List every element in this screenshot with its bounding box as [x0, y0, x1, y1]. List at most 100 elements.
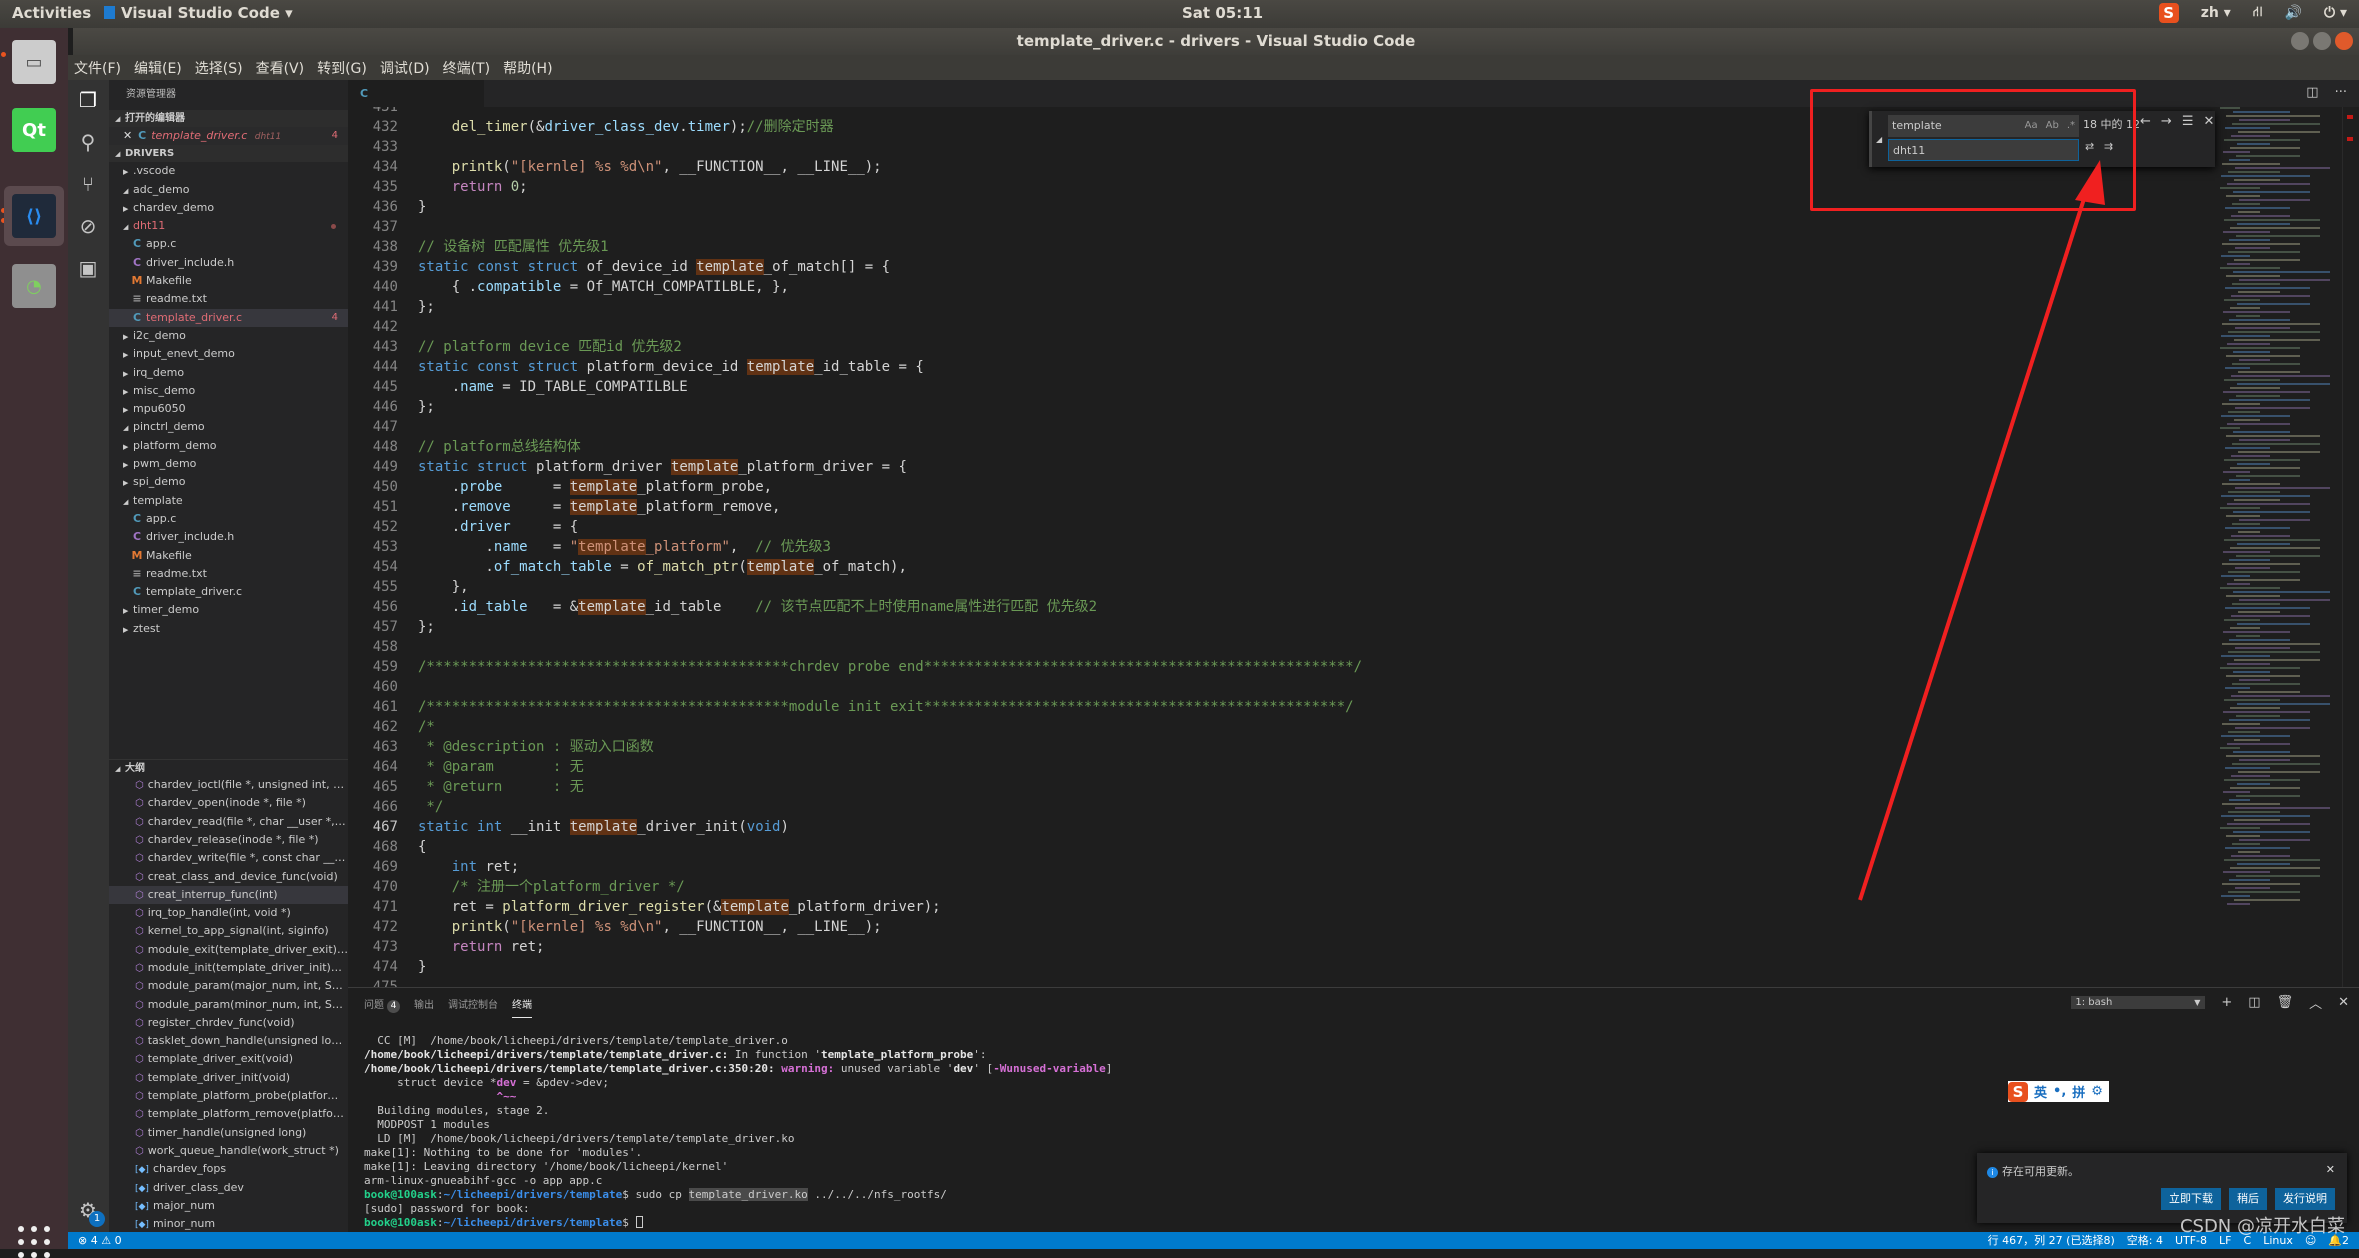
close-find-button[interactable]: ✕: [2203, 114, 2214, 129]
menu-selection[interactable]: 选择(S): [195, 58, 243, 78]
tree-file[interactable]: Cdriver_include.h: [109, 528, 348, 546]
explorer-icon[interactable]: ❐: [76, 88, 100, 112]
launcher-vscode[interactable]: ⟨⟩: [4, 186, 64, 246]
ime-pinyin-toggle[interactable]: 拼: [2072, 1082, 2085, 1101]
previous-match-button[interactable]: ←: [2140, 114, 2151, 129]
tab-problems[interactable]: 问题 4: [364, 996, 400, 1018]
menu-view[interactable]: 查看(V): [256, 58, 305, 78]
outline-item[interactable]: ⬡ register_chrdev_func(void): [109, 1014, 348, 1032]
tree-file[interactable]: Capp.c: [109, 510, 348, 528]
terminal-output[interactable]: CC [M] /home/book/licheepi/drivers/templ…: [364, 1034, 1112, 1230]
tree-folder[interactable]: ▶ irq_demo: [109, 364, 348, 382]
ime-punct-toggle[interactable]: •,: [2053, 1084, 2066, 1099]
tree-file[interactable]: Ctemplate_driver.c 4: [109, 308, 348, 327]
open-editors-header[interactable]: ◢ 打开的编辑器: [109, 110, 348, 127]
menu-terminal[interactable]: 终端(T): [443, 58, 490, 78]
tree-folder[interactable]: ▶ timer_demo: [109, 601, 348, 619]
minimize-button[interactable]: [2291, 32, 2309, 50]
tree-folder[interactable]: ▶ .vscode: [109, 162, 348, 180]
sogou-logo-icon[interactable]: S: [2008, 1081, 2028, 1102]
code-line[interactable]: 472 printk("[kernle] %s %d\n", __FUNCTIO…: [348, 917, 2148, 937]
tree-folder[interactable]: ▶ misc_demo: [109, 382, 348, 400]
tree-folder[interactable]: ▶ pwm_demo: [109, 455, 348, 473]
tree-file[interactable]: Cdriver_include.h: [109, 254, 348, 272]
find-in-selection-button[interactable]: ☰: [2182, 114, 2194, 129]
maximize-panel-icon[interactable]: ︿: [2309, 993, 2322, 1012]
search-icon[interactable]: ⚲: [76, 130, 100, 154]
outline-item[interactable]: ⬡ irq_top_handle(int, void *): [109, 904, 348, 922]
tab-template-driver[interactable]: Ctemplate_driver.c✕: [348, 80, 484, 127]
outline-item[interactable]: ⬡module_exit(template_driver_exit)声明: [109, 941, 348, 959]
outline-item[interactable]: ⬡ timer_handle(unsigned long): [109, 1124, 348, 1142]
debug-icon[interactable]: ⊘: [76, 214, 100, 238]
tree-folder[interactable]: ▶ spi_demo: [109, 473, 348, 491]
outline-item[interactable]: ⬡chardev_read(file *, char __user *, siz…: [109, 813, 348, 831]
volume-icon[interactable]: 🔊: [2285, 5, 2302, 21]
tree-folder[interactable]: ▶ ztest: [109, 620, 348, 638]
ime-mode-toggle[interactable]: 英: [2034, 1082, 2047, 1101]
new-terminal-icon[interactable]: +: [2221, 995, 2232, 1010]
tree-file[interactable]: M Makefile: [109, 272, 348, 290]
outline-item[interactable]: ⬡ chardev_ioctl(file *, unsigned int, uns…: [109, 776, 348, 794]
menu-help[interactable]: 帮助(H): [503, 58, 552, 78]
language-selector[interactable]: zh ▾: [2201, 5, 2231, 21]
code-line[interactable]: 475: [348, 977, 2148, 987]
tree-folder[interactable]: ◢ adc_demo: [109, 181, 348, 199]
outline-header[interactable]: ◢ 大纲: [109, 759, 348, 777]
outline-item[interactable]: [◆] major_num: [109, 1197, 348, 1215]
activities-button[interactable]: Activities: [12, 4, 91, 22]
menu-debug[interactable]: 调试(D): [380, 58, 430, 78]
editor-scrollbar[interactable]: [2342, 107, 2359, 987]
tree-folder[interactable]: ◢ dht11: [109, 217, 348, 235]
cursor-position[interactable]: 行 467，列 27 (已选择8): [1988, 1232, 2115, 1249]
tree-file[interactable]: M Makefile: [109, 547, 348, 565]
outline-item[interactable]: [◆] chardev_fops: [109, 1160, 348, 1178]
split-terminal-icon[interactable]: ◫: [2248, 995, 2260, 1010]
outline-item[interactable]: ⬡module_init(template_driver_init)声明: [109, 959, 348, 977]
code-line[interactable]: 473 return ret;: [348, 937, 2148, 957]
outline-item[interactable]: ⬡ template_platform_remove(platform…: [109, 1105, 348, 1123]
workspace-header[interactable]: ◢ DRIVERS: [109, 145, 348, 163]
outline-item[interactable]: ⬡ template_driver_exit(void): [109, 1050, 348, 1068]
sogou-ime-icon[interactable]: S: [2158, 3, 2179, 23]
split-editor-icon[interactable]: ◫: [2306, 85, 2318, 100]
outline-item[interactable]: ⬡ module_param(major_num, int, S_IRU…: [109, 977, 348, 995]
close-notification-icon[interactable]: ✕: [2326, 1163, 2335, 1176]
download-now-button[interactable]: 立即下载: [2161, 1188, 2221, 1210]
app-menu[interactable]: Visual Studio Code ▾: [104, 4, 293, 22]
outline-item[interactable]: ⬡ work_queue_handle(work_struct *): [109, 1142, 348, 1160]
next-match-button[interactable]: →: [2161, 114, 2172, 129]
tree-folder[interactable]: ◢ template: [109, 492, 348, 510]
problems-status[interactable]: ⊗ 4 ⚠ 0: [78, 1232, 122, 1249]
outline-item[interactable]: ⬡ template_platform_probe(platform_…: [109, 1087, 348, 1105]
source-control-icon[interactable]: ⑂: [76, 172, 100, 196]
tree-folder[interactable]: ▶ input_enevt_demo: [109, 345, 348, 363]
tree-file[interactable]: ≡ readme.txt: [109, 565, 348, 583]
menu-file[interactable]: 文件(F): [74, 58, 121, 78]
minimap[interactable]: [2220, 107, 2340, 927]
outline-item[interactable]: [◆] driver_class_dev: [109, 1179, 348, 1197]
maximize-button[interactable]: [2313, 32, 2331, 50]
launcher-disk-usage[interactable]: ◔: [4, 256, 64, 316]
ime-settings-icon[interactable]: ⚙: [2091, 1084, 2103, 1099]
outline-item[interactable]: ⬡ kernel_to_app_signal(int, siginfo): [109, 922, 348, 940]
power-icon[interactable]: ⏻ ▾: [2324, 5, 2347, 21]
code-line[interactable]: 474}: [348, 957, 2148, 977]
outline-item[interactable]: ⬡ chardev_write(file *, const char __use…: [109, 849, 348, 867]
clock[interactable]: Sat 05:11: [1182, 4, 1263, 22]
outline-item[interactable]: [◆] minor_num: [109, 1215, 348, 1232]
release-notes-button[interactable]: 发行说明: [2275, 1188, 2335, 1210]
outline-item[interactable]: ⬡ creat_interrup_func(int): [109, 885, 348, 905]
terminal-select[interactable]: 1: bash: [2071, 996, 2206, 1009]
outline-item[interactable]: ⬡ creat_class_and_device_func(void): [109, 868, 348, 886]
extensions-icon[interactable]: ▣: [76, 256, 100, 280]
launcher-qt-creator[interactable]: Qt: [4, 100, 64, 160]
outline-item[interactable]: ⬡ chardev_open(inode *, file *): [109, 794, 348, 812]
tab-terminal[interactable]: 终端: [512, 996, 532, 1018]
network-icon[interactable]: ⛙: [2253, 4, 2263, 22]
menu-go[interactable]: 转到(G): [317, 58, 367, 78]
later-button[interactable]: 稍后: [2229, 1188, 2267, 1210]
more-actions-icon[interactable]: ···: [2335, 85, 2347, 100]
tree-file[interactable]: Ctemplate_driver.c: [109, 583, 348, 601]
launcher-files[interactable]: ▭: [4, 32, 64, 92]
